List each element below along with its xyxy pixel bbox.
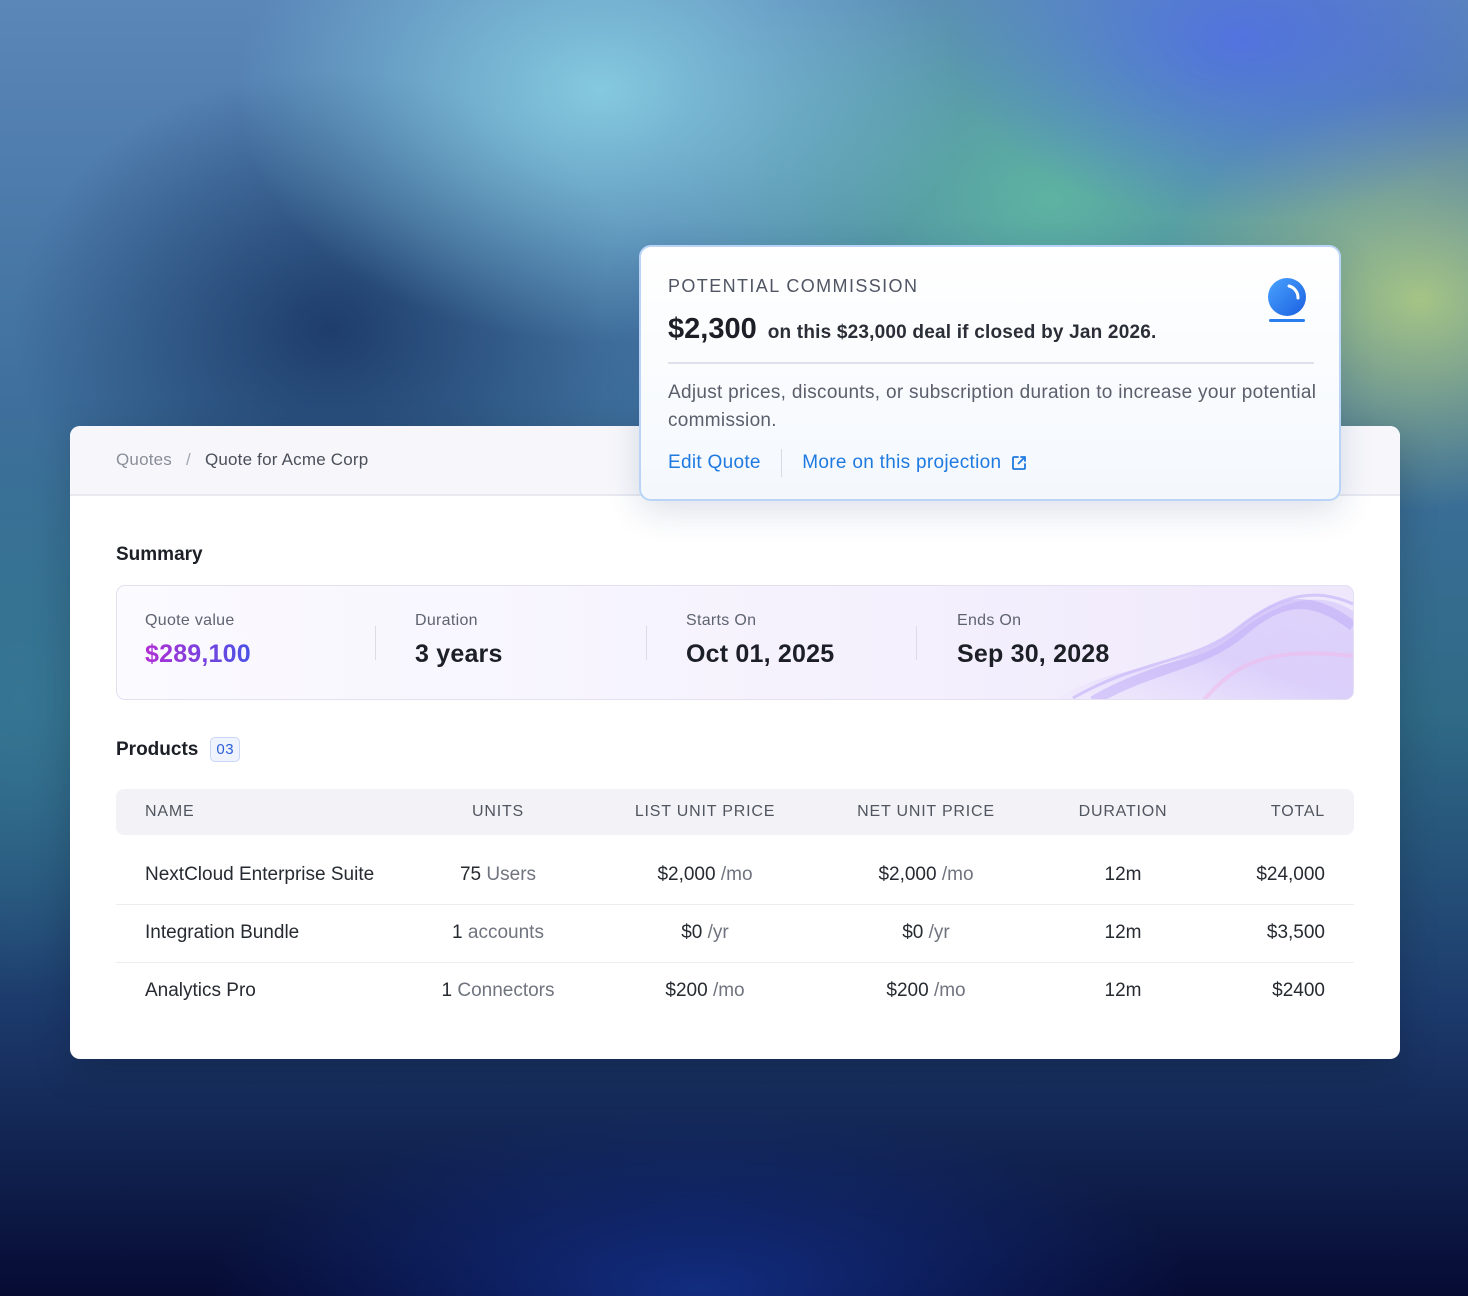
stat-ends-on: Ends On Sep 30, 2028 xyxy=(957,612,1110,669)
summary-panel: Quote value $289,100 Duration 3 years St… xyxy=(116,585,1354,700)
product-name: NextCloud Enterprise Suite xyxy=(145,864,375,885)
quote-card: Quotes / Quote for Acme Corp Summary Quo… xyxy=(70,426,1400,1059)
divider xyxy=(668,362,1314,364)
price-period: /mo xyxy=(720,864,753,885)
price-period: /mo xyxy=(712,980,745,1001)
table-row[interactable]: NextCloud Enterprise Suite 75 Users $2,0… xyxy=(116,847,1354,905)
stat-label: Starts On xyxy=(686,612,757,629)
summary-heading: Summary xyxy=(116,544,203,565)
quote-value-amount: $289,100 xyxy=(145,640,251,668)
duration-value: 3 years xyxy=(415,640,503,668)
column-header-name[interactable]: NAME xyxy=(145,803,194,821)
price-amount: $200 xyxy=(665,980,708,1001)
units-label: Connectors xyxy=(457,980,555,1001)
stat-divider xyxy=(646,626,647,660)
stat-divider xyxy=(375,626,376,660)
column-header-label: LIST UNIT PRICE xyxy=(634,803,776,820)
products-title: Products xyxy=(116,738,199,760)
price-amount: $2,000 xyxy=(878,864,937,885)
breadcrumb-quotes-link[interactable]: Quotes xyxy=(116,450,172,470)
start-date-value: Oct 01, 2025 xyxy=(686,640,835,668)
units-label: accounts xyxy=(467,922,544,943)
crystal-ball-icon xyxy=(1268,278,1306,322)
product-total: $3,500 xyxy=(1266,922,1325,943)
stat-divider xyxy=(916,626,917,660)
stat-label: Quote value xyxy=(145,612,235,629)
stat-label: Ends On xyxy=(957,612,1022,629)
commission-actions: Edit Quote More on this projection xyxy=(668,449,1028,477)
external-link-icon xyxy=(1012,456,1027,470)
units-count: 1 xyxy=(452,922,463,943)
table-row[interactable]: Analytics Pro 1 Connectors $200 /mo $200… xyxy=(116,963,1354,1021)
price-period: /mo xyxy=(933,980,966,1001)
column-header-label: UNITS xyxy=(472,803,524,820)
more-on-projection-label: More on this projection xyxy=(802,452,1002,473)
end-date-value: Sep 30, 2028 xyxy=(957,640,1110,668)
breadcrumb-current: Quote for Acme Corp xyxy=(204,450,369,469)
price-amount: $200 xyxy=(886,980,929,1001)
stat-starts-on: Starts On Oct 01, 2025 xyxy=(686,612,834,669)
link-divider xyxy=(780,449,783,477)
table-row[interactable]: Integration Bundle 1 accounts $0 /yr $0 … xyxy=(116,905,1354,963)
products-count-badge: 03 xyxy=(210,737,241,762)
units-label: Users xyxy=(486,864,537,885)
price-period: /yr xyxy=(707,922,729,943)
units-count: 1 xyxy=(441,980,453,1001)
commission-label: POTENTIAL COMMISSION xyxy=(668,276,919,296)
table-header: NAME UNITS LIST UNIT PRICE NET UNIT PRIC… xyxy=(116,789,1354,835)
column-header-total[interactable]: TOTAL xyxy=(1271,803,1325,821)
price-amount: $0 xyxy=(681,922,703,943)
commission-summary: $2,300 on this $23,000 deal if closed by… xyxy=(668,313,1156,346)
product-name: Analytics Pro xyxy=(145,980,256,1001)
stat-duration: Duration 3 years xyxy=(415,612,503,669)
product-total: $24,000 xyxy=(1256,864,1325,885)
product-name: Integration Bundle xyxy=(145,922,300,943)
column-header-label: DURATION xyxy=(1078,803,1168,820)
price-period: /yr xyxy=(928,922,950,943)
price-amount: $0 xyxy=(902,922,924,943)
column-header-label: NET UNIT PRICE xyxy=(857,803,995,820)
more-on-projection-link[interactable]: More on this projection xyxy=(802,452,1028,474)
commission-detail: on this $23,000 deal if closed by Jan 20… xyxy=(767,322,1157,343)
units-count: 75 xyxy=(459,864,482,885)
stat-quote-value: Quote value $289,100 xyxy=(145,612,251,669)
breadcrumb-separator: / xyxy=(186,450,191,469)
commission-description: Adjust prices, discounts, or subscriptio… xyxy=(668,382,1317,431)
duration-text: 12m xyxy=(1104,864,1142,885)
duration-text: 12m xyxy=(1104,922,1142,943)
price-amount: $2,000 xyxy=(657,864,716,885)
duration-text: 12m xyxy=(1104,980,1142,1001)
stat-label: Duration xyxy=(415,612,478,629)
products-heading: Products 03 xyxy=(116,737,241,762)
edit-quote-link[interactable]: Edit Quote xyxy=(668,452,761,474)
commission-popover: POTENTIAL COMMISSION $2,300 on this $23,… xyxy=(639,245,1341,501)
commission-amount: $2,300 xyxy=(668,313,757,345)
product-total: $2400 xyxy=(1272,980,1325,1001)
products-table: NAME UNITS LIST UNIT PRICE NET UNIT PRIC… xyxy=(116,789,1354,1021)
price-period: /mo xyxy=(941,864,974,885)
